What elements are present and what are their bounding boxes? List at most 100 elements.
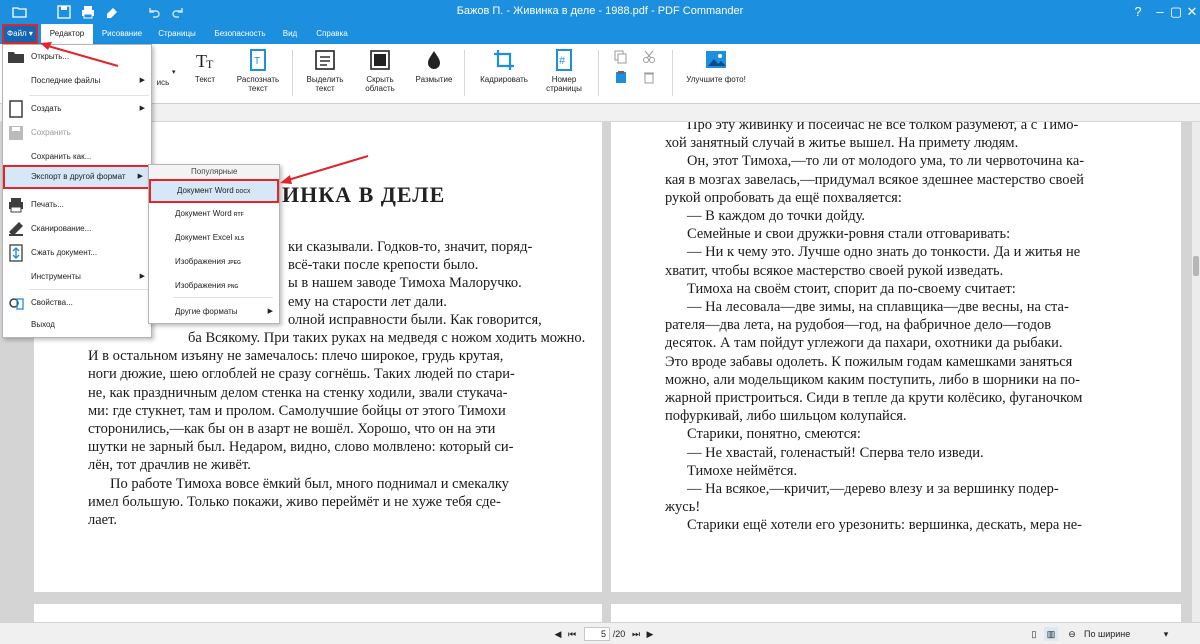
zoom-out-icon[interactable]: ⊖	[1066, 627, 1078, 641]
svg-text:#: #	[559, 55, 566, 67]
submenu-arrow-icon: ▶	[137, 173, 143, 180]
text-line: По работе Тимоха вовсе ёмкий был, много …	[110, 475, 509, 492]
text-line: рателя—два лета, на рудобоя—год, на фабр…	[665, 317, 1052, 334]
export-item-label: Документ Word	[177, 186, 234, 195]
tab-file[interactable]: Файл ▾	[2, 24, 38, 44]
text-line: — На лесовала—две зимы, на сплавщика—две…	[687, 299, 1069, 316]
file-menu: Открыть... Последние файлы ▶ Создать ▶ С…	[2, 44, 152, 338]
svg-text:T: T	[254, 56, 260, 67]
ribbon-divider	[598, 50, 599, 96]
page-number-label: Номер страницы	[546, 75, 582, 93]
menu-item-export[interactable]: Экспорт в другой формат ▶	[3, 165, 151, 189]
chapter-heading: ИНКА В ДЕЛЕ	[282, 182, 446, 207]
cut-icon[interactable]	[642, 50, 656, 64]
text-line: И в остальном изъяну не замечалось: плеч…	[88, 348, 504, 365]
export-xls-item[interactable]: Документ Excel XLS	[149, 227, 279, 249]
text-button[interactable]: TT Текст	[190, 48, 220, 100]
page-total: /20	[612, 629, 626, 639]
delete-icon[interactable]	[642, 70, 656, 84]
tab-security[interactable]: Безопасность	[212, 24, 268, 44]
text-line: шутки не зарный был. Недаром, видно, сло…	[88, 439, 514, 456]
submenu-arrow-icon: ▶	[267, 308, 273, 315]
export-item-label: Другие форматы	[175, 307, 238, 316]
scrollbar-thumb[interactable]	[1193, 256, 1199, 276]
copy-icon[interactable]	[614, 50, 628, 64]
window-title: Бажов П. - Живинка в деле - 1988.pdf - P…	[456, 5, 744, 17]
menu-item-open[interactable]: Открыть...	[3, 45, 151, 69]
select-text-button[interactable]: Выделить текст	[302, 48, 348, 100]
text-line: — На всякое,—кричит,—дерево влезу и за в…	[687, 481, 1059, 498]
two-page-view-icon[interactable]: ▥	[1044, 627, 1058, 641]
photo-icon	[706, 51, 726, 68]
next-page-icon[interactable]: ▶	[644, 627, 656, 641]
page-right-next	[611, 604, 1181, 622]
tab-editor[interactable]: Редактор	[41, 24, 93, 44]
text-line: пофуркивай, либо шильцом колупайся.	[665, 408, 907, 425]
recognize-text-button[interactable]: T Распознать текст	[232, 48, 284, 100]
text-line: Он, этот Тимоха,—то ли от молодого ума, …	[687, 153, 1085, 170]
export-item-label: Изображения	[175, 257, 226, 266]
export-docx-item[interactable]: Документ Word DOCX	[149, 179, 279, 203]
improve-photo-button[interactable]: Улучшите фото!	[682, 48, 750, 100]
hide-area-label: Скрыть область	[365, 75, 395, 93]
tab-pages[interactable]: Страницы	[156, 24, 198, 44]
tab-view[interactable]: Вид	[280, 24, 300, 44]
menu-item-print[interactable]: Печать...	[3, 193, 151, 217]
export-png-item[interactable]: Изображения PNG	[149, 275, 279, 297]
select-text-icon	[315, 50, 335, 70]
menu-item-label: Сканирование...	[31, 224, 92, 233]
text-line: кая в мозгах завелась,—придумал всякое з…	[665, 171, 1084, 188]
menu-item-compress[interactable]: Сжать документ...	[3, 241, 151, 265]
crop-button[interactable]: Кадрировать	[476, 48, 532, 100]
blur-button[interactable]: Размытие	[412, 48, 456, 100]
menu-item-tools[interactable]: Инструменты ▶	[3, 265, 151, 289]
export-other-formats-item[interactable]: Другие форматы ▶	[149, 301, 279, 323]
menu-item-scan[interactable]: Сканирование...	[3, 217, 151, 241]
properties-icon	[9, 298, 24, 310]
menu-item-properties[interactable]: Свойства...	[3, 291, 151, 315]
text-line: Про эту живинку и посейчас не все толком…	[687, 122, 1079, 133]
last-page-icon[interactable]: ⏭	[630, 627, 642, 641]
menu-divider	[173, 297, 273, 298]
zoom-dropdown-icon[interactable]: ▾	[1160, 627, 1172, 641]
zoom-select[interactable]: По ширине	[1084, 627, 1144, 641]
export-item-ext: PNG	[227, 284, 239, 290]
svg-text:T: T	[206, 57, 214, 71]
tab-drawing[interactable]: Рисование	[100, 24, 144, 44]
menu-item-label: Открыть...	[31, 52, 70, 61]
ribbon-toolbar: ▾ ись TT Текст T Распознать текст Выдели…	[0, 44, 1200, 104]
prev-page-icon[interactable]: ◀	[552, 627, 564, 641]
dropdown-icon: ▾	[172, 69, 176, 76]
export-jpeg-item[interactable]: Изображения JPEG	[149, 251, 279, 273]
menu-item-create[interactable]: Создать ▶	[3, 97, 151, 121]
text-line: имел большую. Только покажи, живо перейм…	[88, 493, 501, 510]
single-page-view-icon[interactable]: ▯	[1028, 627, 1040, 641]
menu-item-label: Печать...	[31, 200, 64, 209]
menu-divider	[29, 289, 149, 290]
hide-area-button[interactable]: Скрыть область	[358, 48, 402, 100]
text-line: — Не хвастай, голенастый! Сперва тело из…	[687, 444, 984, 461]
menu-item-label: Выход	[31, 320, 55, 329]
close-icon[interactable]: ✕	[1182, 2, 1200, 22]
export-item-label: Документ Word	[175, 209, 232, 218]
export-item-ext: RTF	[233, 212, 244, 218]
text-label: Текст	[194, 75, 216, 84]
menu-item-exit[interactable]: Выход	[3, 313, 151, 337]
page-number-input[interactable]: 5	[584, 627, 610, 641]
text-line: не, как праздничным делом стенка на стен…	[88, 384, 508, 401]
first-page-icon[interactable]: ⏮	[566, 627, 578, 641]
export-rtf-item[interactable]: Документ Word RTF	[149, 203, 279, 225]
tab-help[interactable]: Справка	[314, 24, 350, 44]
text-line: лён, тот драчлив не живёт.	[88, 457, 251, 474]
text-line: Старики ещё хотели его урезонить: вершин…	[687, 517, 1082, 534]
menu-item-recent[interactable]: Последние файлы ▶	[3, 69, 151, 93]
menu-item-label: Последние файлы	[31, 76, 101, 85]
save-icon	[9, 126, 23, 140]
vertical-scrollbar[interactable]	[1192, 122, 1200, 622]
menu-item-label: Свойства...	[31, 298, 73, 307]
blur-icon	[428, 51, 440, 69]
page-number-button[interactable]: # Номер страницы	[542, 48, 586, 100]
help-icon[interactable]: ?	[1128, 2, 1148, 22]
paste-icon[interactable]	[614, 70, 628, 84]
text-line: лает.	[88, 512, 117, 529]
